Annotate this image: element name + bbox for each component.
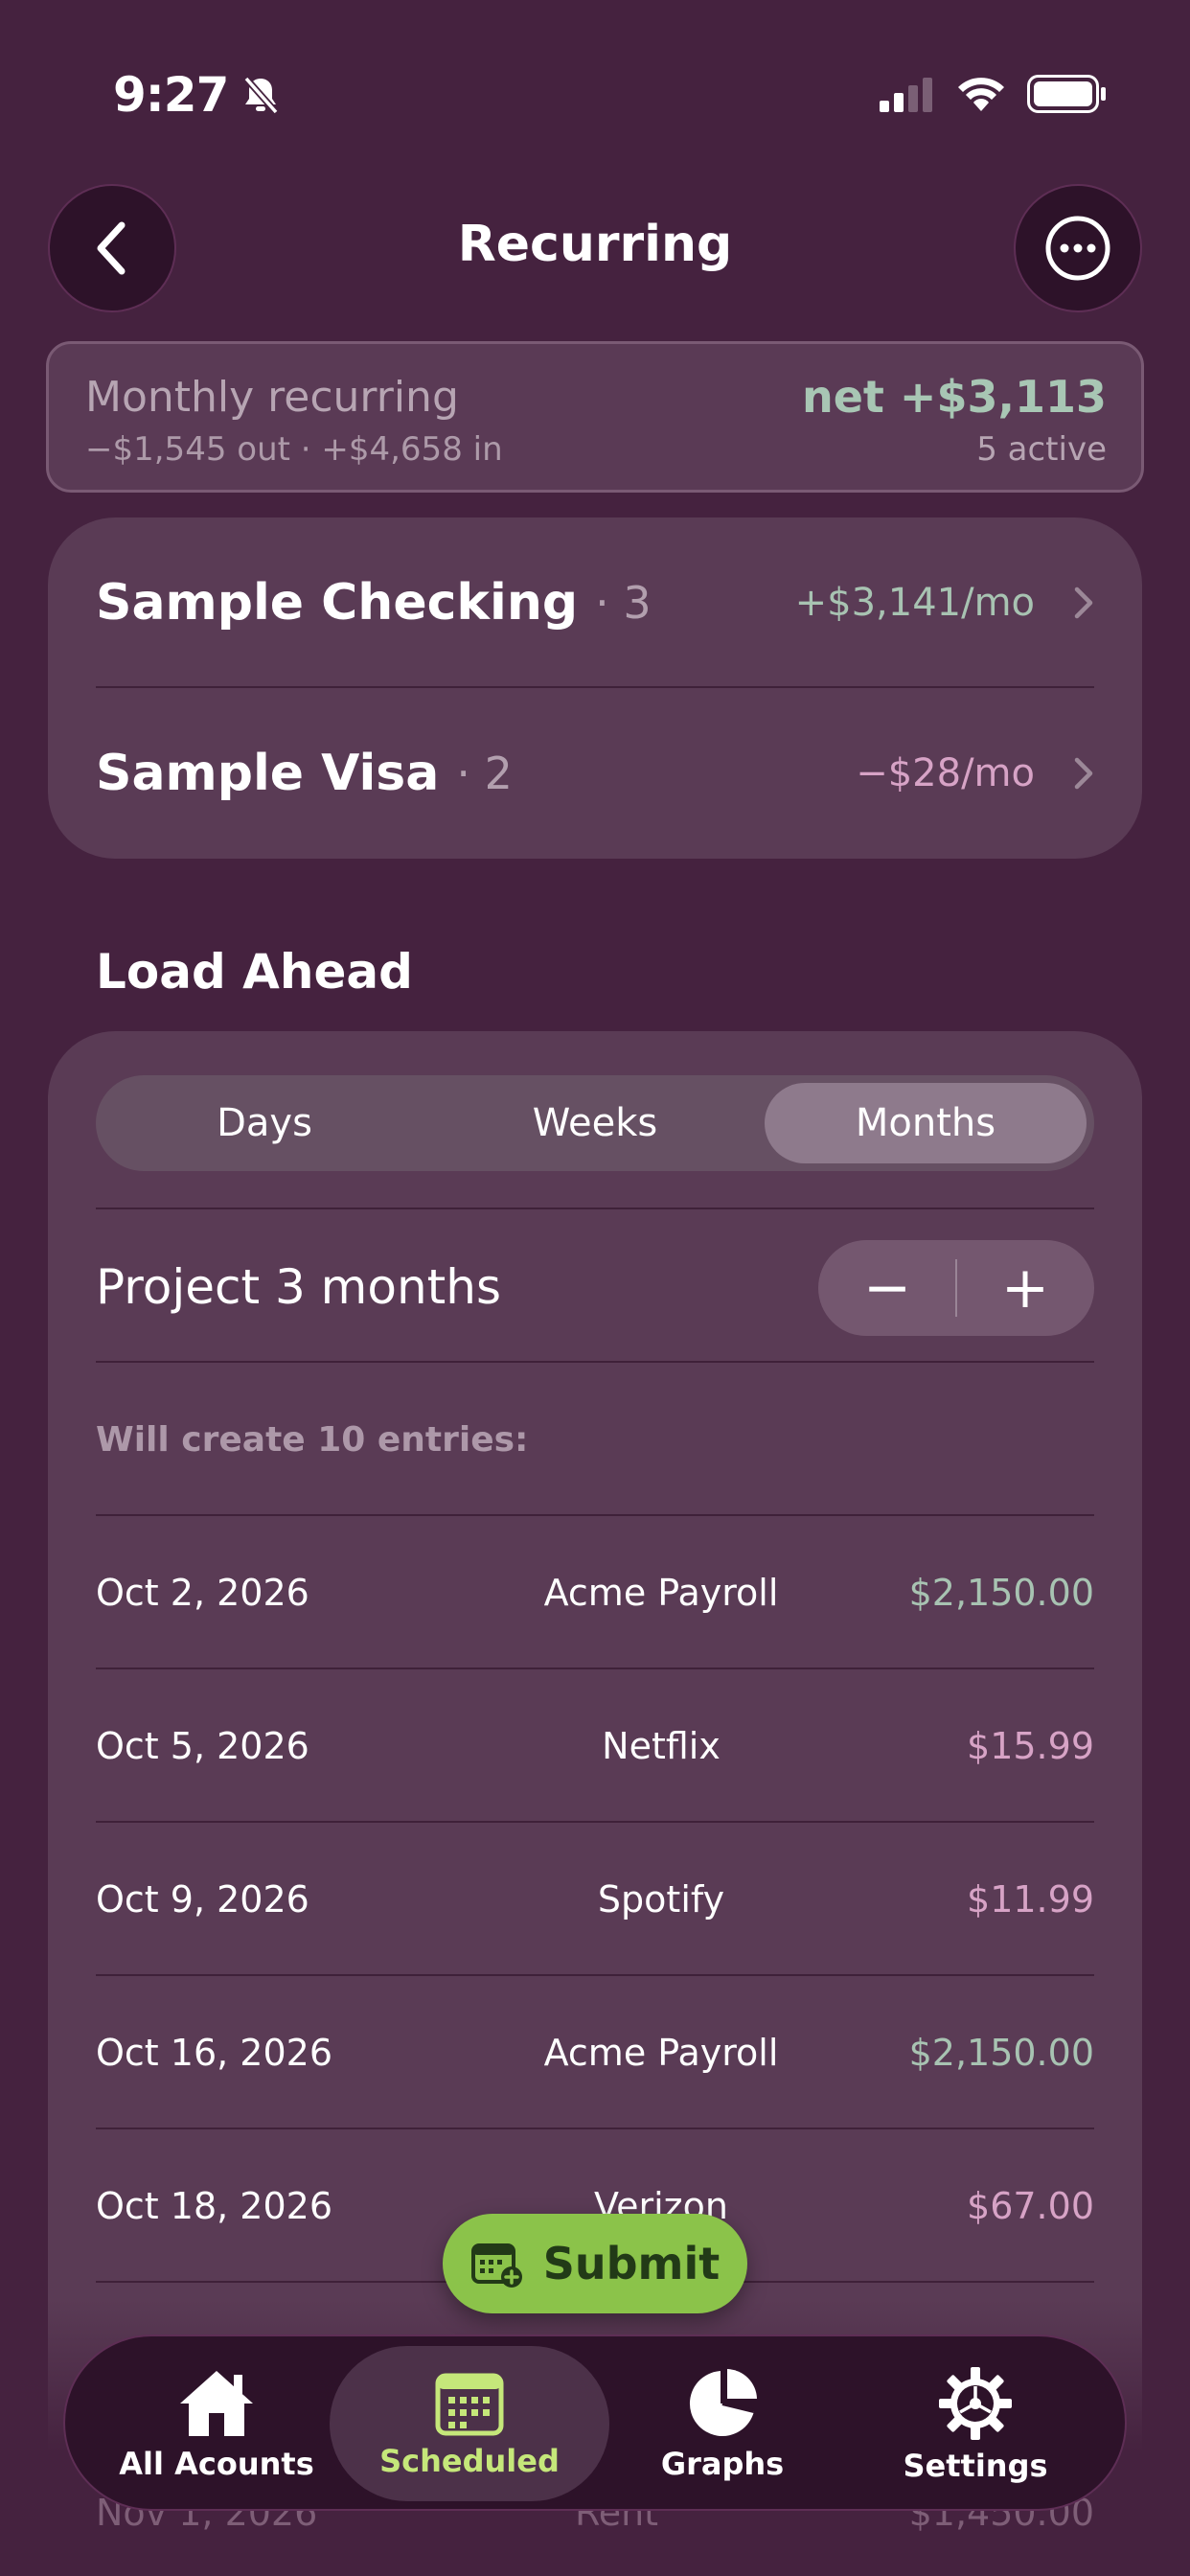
page-title: Recurring	[457, 216, 733, 273]
segment-months[interactable]: Months	[765, 1083, 1087, 1163]
cellular-signal-icon	[880, 78, 932, 112]
ellipsis-circle-icon	[1045, 216, 1110, 281]
battery-icon	[1027, 75, 1106, 113]
chevron-right-icon	[1074, 757, 1093, 790]
tab-label: Settings	[903, 2448, 1048, 2484]
more-options-button[interactable]	[1014, 184, 1142, 312]
chevron-right-icon	[1074, 586, 1093, 619]
entry-row: Oct 2, 2026 Acme Payroll $2,150.00	[96, 1516, 1094, 1669]
tab-label: All Acounts	[119, 2446, 314, 2482]
account-monthly-amount: +$3,141/mo	[794, 581, 1035, 625]
section-title-load-ahead: Load Ahead	[96, 944, 413, 1000]
tab-all-accounts[interactable]: All Acounts	[90, 2336, 343, 2513]
summary-active-count: 5 active	[976, 430, 1107, 469]
entry-name: Acme Payroll	[543, 2032, 779, 2074]
entry-date: Oct 9, 2026	[96, 1878, 309, 1920]
pie-chart-icon	[689, 2369, 757, 2436]
entry-row: Oct 5, 2026 Netflix $15.99	[96, 1669, 1094, 1823]
account-count: · 2	[456, 748, 513, 799]
status-time: 9:27	[113, 67, 280, 123]
entry-name: Spotify	[597, 1878, 725, 1920]
submit-label: Submit	[542, 2238, 721, 2289]
summary-flow: −$1,545 out · +$4,658 in	[85, 430, 503, 469]
entry-date: Oct 2, 2026	[96, 1572, 309, 1614]
status-icons	[880, 75, 1106, 113]
account-monthly-amount: −$28/mo	[856, 751, 1035, 795]
segment-days[interactable]: Days	[103, 1083, 425, 1163]
entry-amount: $15.99	[967, 1725, 1094, 1767]
period-segmented-control: Days Weeks Months	[96, 1075, 1094, 1171]
entry-name: Netflix	[602, 1725, 721, 1767]
account-row-checking[interactable]: Sample Checking · 3 +$3,141/mo	[96, 518, 1094, 688]
submit-button[interactable]: Submit	[443, 2214, 747, 2313]
entry-amount: $67.00	[967, 2185, 1094, 2227]
entry-date: Oct 18, 2026	[96, 2185, 332, 2227]
tab-label: Graphs	[660, 2446, 785, 2482]
account-name: Sample Checking	[96, 574, 579, 632]
gear-icon	[939, 2367, 1012, 2440]
accounts-card: Sample Checking · 3 +$3,141/mo Sample Vi…	[48, 518, 1142, 859]
entry-date: Oct 16, 2026	[96, 2032, 332, 2074]
tab-bar: All Acounts Scheduled Graphs Settings	[63, 2334, 1127, 2511]
tab-graphs[interactable]: Graphs	[596, 2336, 849, 2513]
months-stepper: − +	[818, 1240, 1094, 1336]
account-count: · 3	[595, 577, 652, 629]
tab-settings[interactable]: Settings	[849, 2336, 1102, 2513]
summary-net: net +$3,113	[801, 371, 1107, 423]
summary-label: Monthly recurring	[85, 373, 459, 422]
divider	[96, 1361, 1094, 1363]
project-label: Project 3 months	[96, 1259, 501, 1315]
account-name: Sample Visa	[96, 745, 440, 802]
entry-amount: $2,150.00	[908, 2032, 1094, 2074]
segment-weeks[interactable]: Weeks	[434, 1083, 756, 1163]
tab-label: Scheduled	[379, 2443, 560, 2479]
divider	[96, 1208, 1094, 1209]
monthly-summary-banner: Monthly recurring −$1,545 out · +$4,658 …	[46, 341, 1144, 493]
entry-amount: $11.99	[967, 1878, 1094, 1920]
calendar-add-icon	[470, 2243, 522, 2288]
account-row-visa[interactable]: Sample Visa · 2 −$28/mo	[96, 688, 1094, 859]
will-create-note: Will create 10 entries:	[96, 1420, 529, 1460]
calendar-icon	[435, 2373, 504, 2436]
home-icon	[180, 2371, 253, 2436]
bell-slash-icon	[243, 76, 279, 115]
entry-date: Oct 5, 2026	[96, 1725, 309, 1767]
decrement-button[interactable]: −	[818, 1240, 956, 1336]
status-time-text: 9:27	[113, 67, 229, 123]
wifi-icon	[958, 78, 1004, 111]
entry-row: Oct 16, 2026 Acme Payroll $2,150.00	[96, 1976, 1094, 2129]
entry-name: Acme Payroll	[543, 1572, 779, 1614]
tab-scheduled[interactable]: Scheduled	[343, 2336, 596, 2513]
entry-amount: $2,150.00	[908, 1572, 1094, 1614]
increment-button[interactable]: +	[956, 1240, 1094, 1336]
entry-row: Oct 9, 2026 Spotify $11.99	[96, 1823, 1094, 1976]
